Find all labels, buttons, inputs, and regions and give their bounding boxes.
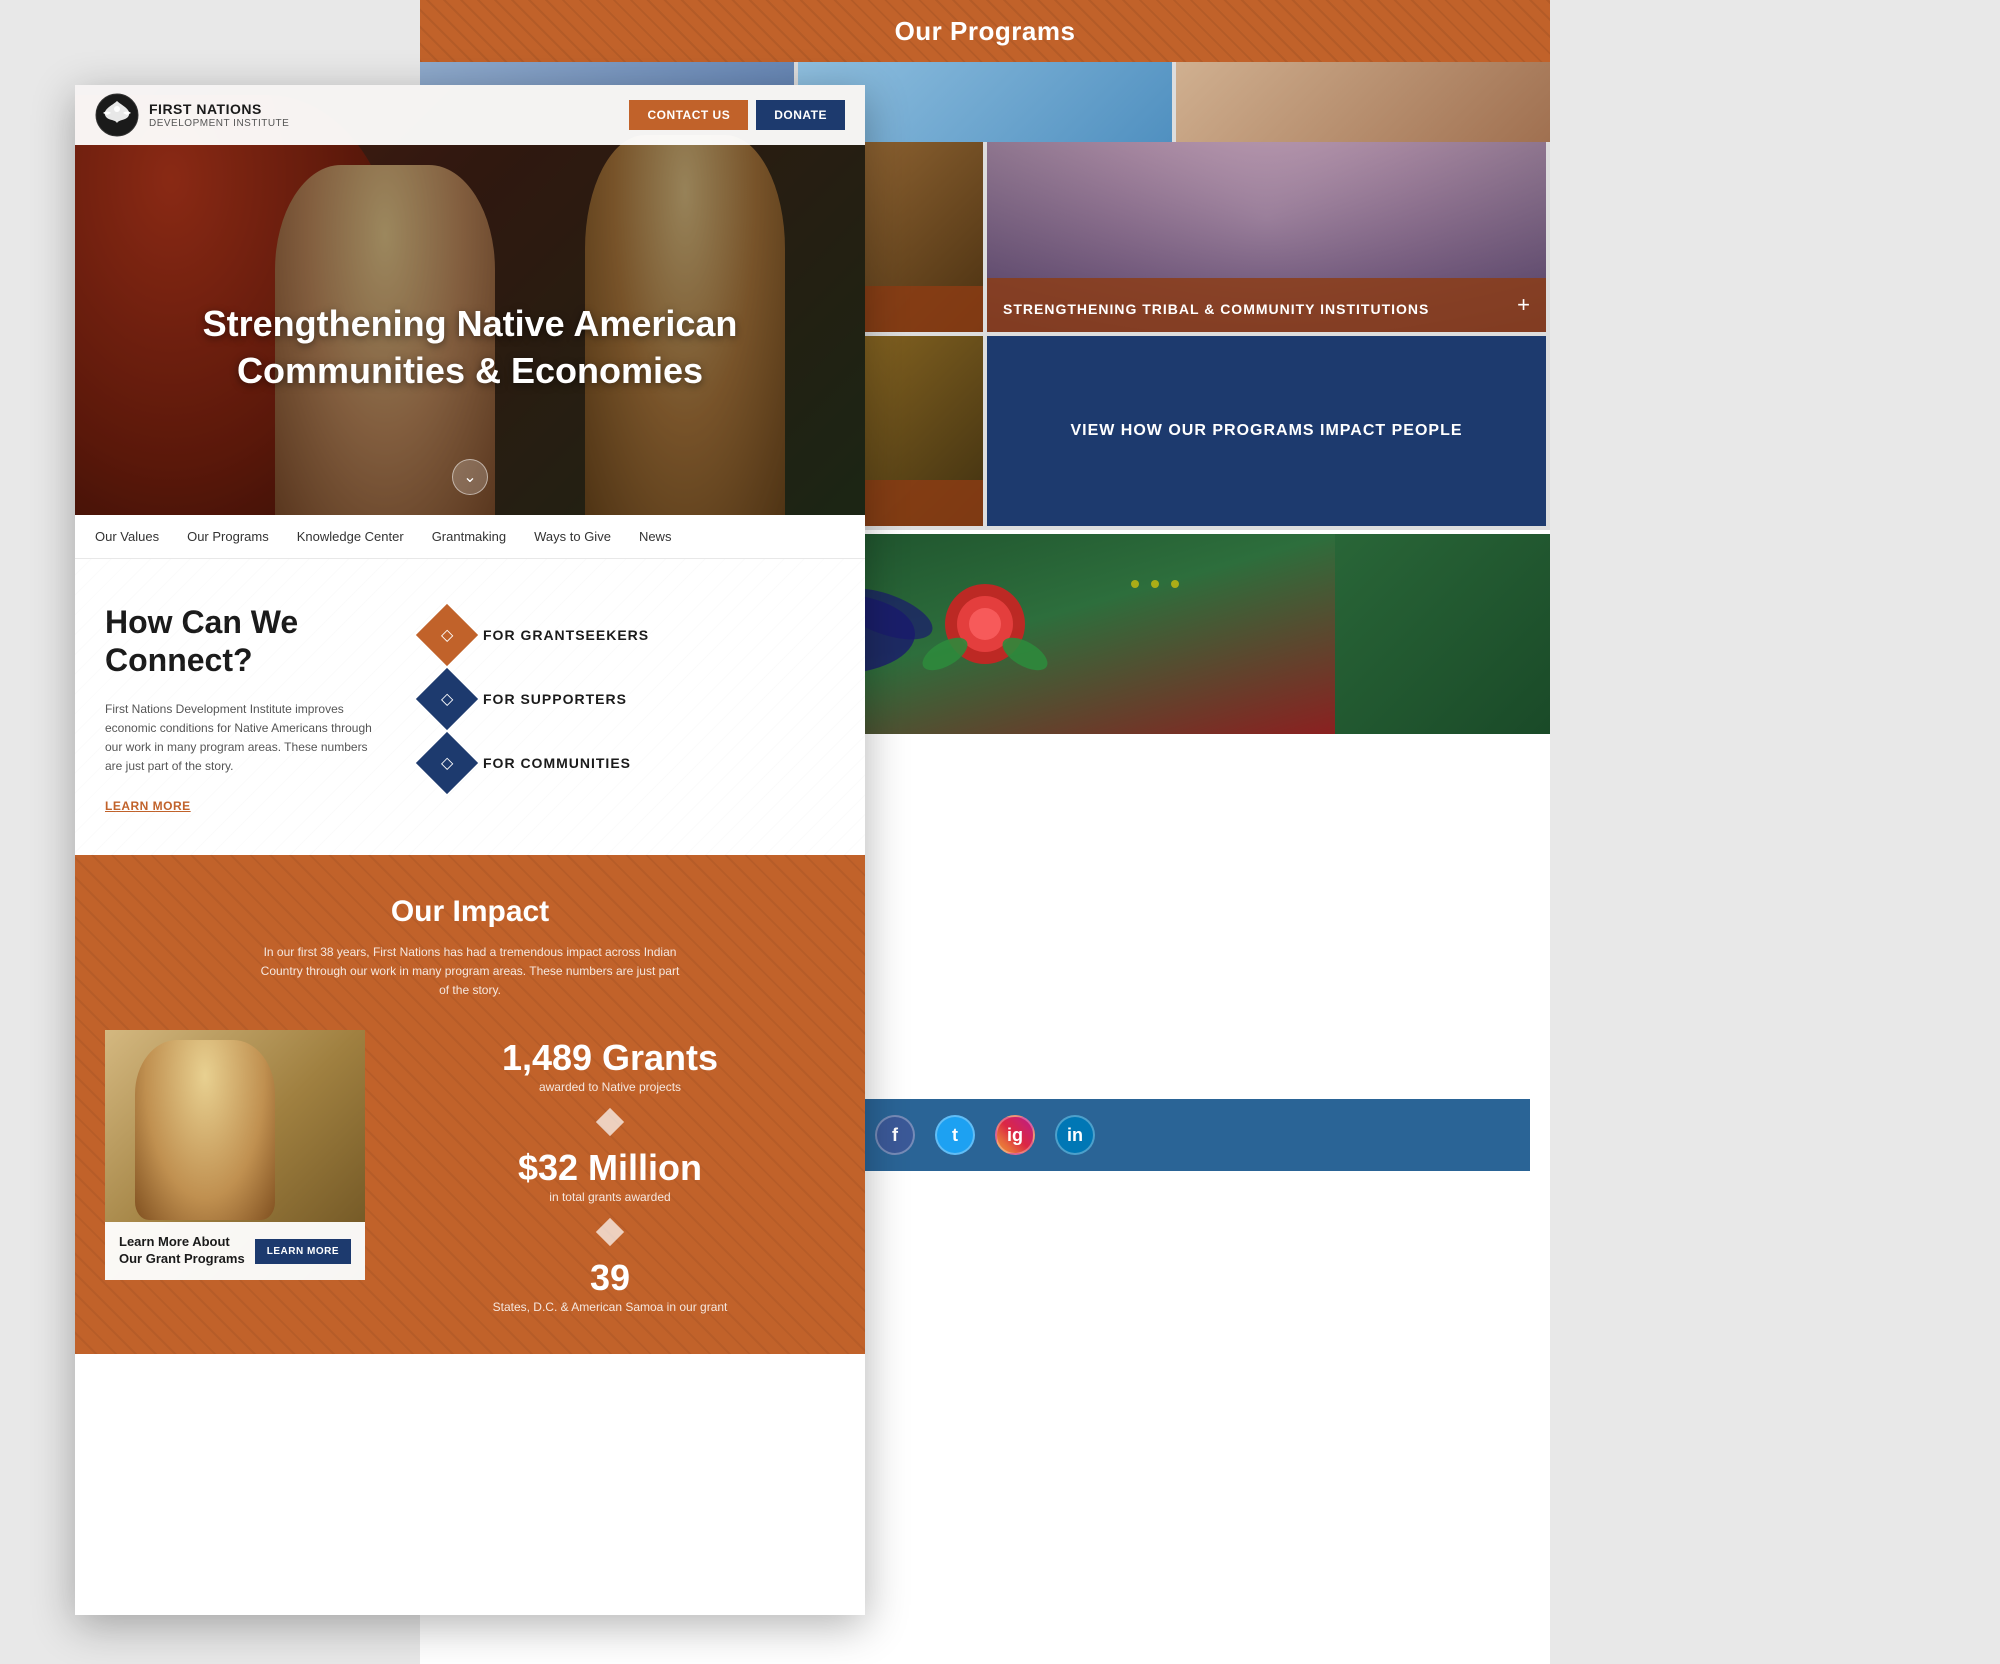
logo-icon [95, 93, 139, 137]
impact-million-number: $32 Million [385, 1150, 835, 1186]
logo-name: First Nations [149, 101, 289, 118]
front-panel: First Nations Development Institute CONT… [75, 85, 865, 1615]
site-header: First Nations Development Institute CONT… [75, 85, 865, 145]
impact-section: Our Impact In our first 38 years, First … [75, 855, 865, 1355]
instagram-button[interactable]: ig [995, 1115, 1035, 1155]
twitter-button[interactable]: t [935, 1115, 975, 1155]
programs-section-header: Our Programs [420, 0, 1550, 62]
contact-button[interactable]: CONTACT US [629, 100, 748, 130]
impact-stat-million: $32 Million in total grants awarded [385, 1150, 835, 1204]
impact-states-label: States, D.C. & American Samoa in our gra… [385, 1300, 835, 1314]
logo-subname: Development Institute [149, 118, 289, 129]
program-card-impact-text: VIEW HOW OUR PROGRAMS IMPACT PEOPLE [1054, 404, 1478, 458]
impact-stat-grants: 1,489 Grants awarded to Native projects [385, 1040, 835, 1094]
grantseekers-icon: ◇ [441, 625, 453, 645]
navigation-bar: Our Values Our Programs Knowledge Center… [75, 515, 865, 559]
hero-title: Strengthening Native American Communitie… [170, 301, 770, 395]
program-top-card-3[interactable] [1176, 62, 1550, 142]
impact-grants-label: awarded to Native projects [385, 1080, 835, 1094]
impact-photo: Learn More About Our Grant Programs LEAR… [105, 1030, 365, 1280]
logo-text: First Nations Development Institute [149, 101, 289, 129]
hero-text-area: Strengthening Native American Communitie… [170, 301, 770, 395]
grantseekers-label: FOR GRANTSEEKERS [483, 627, 649, 643]
page-wrapper: Our Programs HOUSEHOLD & ASSET-BUILDING … [0, 0, 2000, 1664]
programs-title: Our Programs [895, 16, 1076, 47]
supporters-diamond: ◇ [416, 668, 478, 730]
grantseekers-diamond: ◇ [416, 604, 478, 666]
connect-learn-more[interactable]: LEARN MORE [105, 799, 191, 813]
nav-our-programs[interactable]: Our Programs [187, 525, 269, 548]
impact-diamond-divider-2 [596, 1218, 624, 1246]
nav-news[interactable]: News [639, 525, 672, 548]
supporters-icon: ◇ [441, 689, 453, 709]
impact-grants-number: 1,489 Grants [385, 1040, 835, 1076]
program-card-tribal[interactable]: STRENGTHENING TRIBAL & COMMUNITY INSTITU… [987, 142, 1546, 332]
impact-photo-card: Learn More About Our Grant Programs LEAR… [105, 1222, 365, 1280]
chevron-down-icon: ⌄ [463, 467, 476, 487]
nav-knowledge-center[interactable]: Knowledge Center [297, 525, 404, 548]
impact-stat-states: 39 States, D.C. & American Samoa in our … [385, 1260, 835, 1314]
connect-grantseekers[interactable]: ◇ FOR GRANTSEEKERS [425, 613, 835, 657]
connect-communities[interactable]: ◇ FOR COMMUNITIES [425, 741, 835, 785]
communities-label: FOR COMMUNITIES [483, 755, 631, 771]
nav-our-values[interactable]: Our Values [95, 525, 159, 548]
program-card-tribal-overlay: STRENGTHENING TRIBAL & COMMUNITY INSTITU… [987, 278, 1546, 332]
impact-description: In our first 38 years, First Nations has… [260, 943, 680, 1001]
connect-right: ◇ FOR GRANTSEEKERS ◇ FOR SUPPORTERS ◇ [425, 603, 835, 815]
logo-area: First Nations Development Institute [95, 93, 289, 137]
connect-supporters[interactable]: ◇ FOR SUPPORTERS [425, 677, 835, 721]
nav-grantmaking[interactable]: Grantmaking [432, 525, 506, 548]
impact-photo-card-text: Learn More About Our Grant Programs [119, 1234, 255, 1268]
connect-description: First Nations Development Institute impr… [105, 700, 385, 777]
impact-diamond-divider-1 [596, 1108, 624, 1136]
program-card-tribal-title: STRENGTHENING TRIBAL & COMMUNITY INSTITU… [1003, 300, 1429, 318]
program-card-plus: + [1517, 292, 1530, 318]
facebook-button[interactable]: f [875, 1115, 915, 1155]
communities-icon: ◇ [441, 753, 453, 773]
impact-learn-more-button[interactable]: LEARN MORE [255, 1239, 351, 1264]
nav-ways-to-give[interactable]: Ways to Give [534, 525, 611, 548]
connect-left: How Can We Connect? First Nations Develo… [105, 603, 385, 815]
connect-section: How Can We Connect? First Nations Develo… [75, 559, 865, 855]
connect-title: How Can We Connect? [105, 603, 385, 680]
donate-button[interactable]: DONATE [756, 100, 845, 130]
communities-diamond: ◇ [416, 732, 478, 794]
hero-section: First Nations Development Institute CONT… [75, 85, 865, 515]
impact-million-label: in total grants awarded [385, 1190, 835, 1204]
hero-scroll-button[interactable]: ⌄ [452, 459, 488, 495]
linkedin-button[interactable]: in [1055, 1115, 1095, 1155]
impact-stats: 1,489 Grants awarded to Native projects … [385, 1030, 835, 1314]
impact-states-number: 39 [385, 1260, 835, 1296]
impact-content: Learn More About Our Grant Programs LEAR… [105, 1030, 835, 1314]
program-card-impact[interactable]: VIEW HOW OUR PROGRAMS IMPACT PEOPLE [987, 336, 1546, 526]
impact-title: Our Impact [105, 895, 835, 929]
hero-overlay [75, 85, 865, 515]
supporters-label: FOR SUPPORTERS [483, 691, 627, 707]
